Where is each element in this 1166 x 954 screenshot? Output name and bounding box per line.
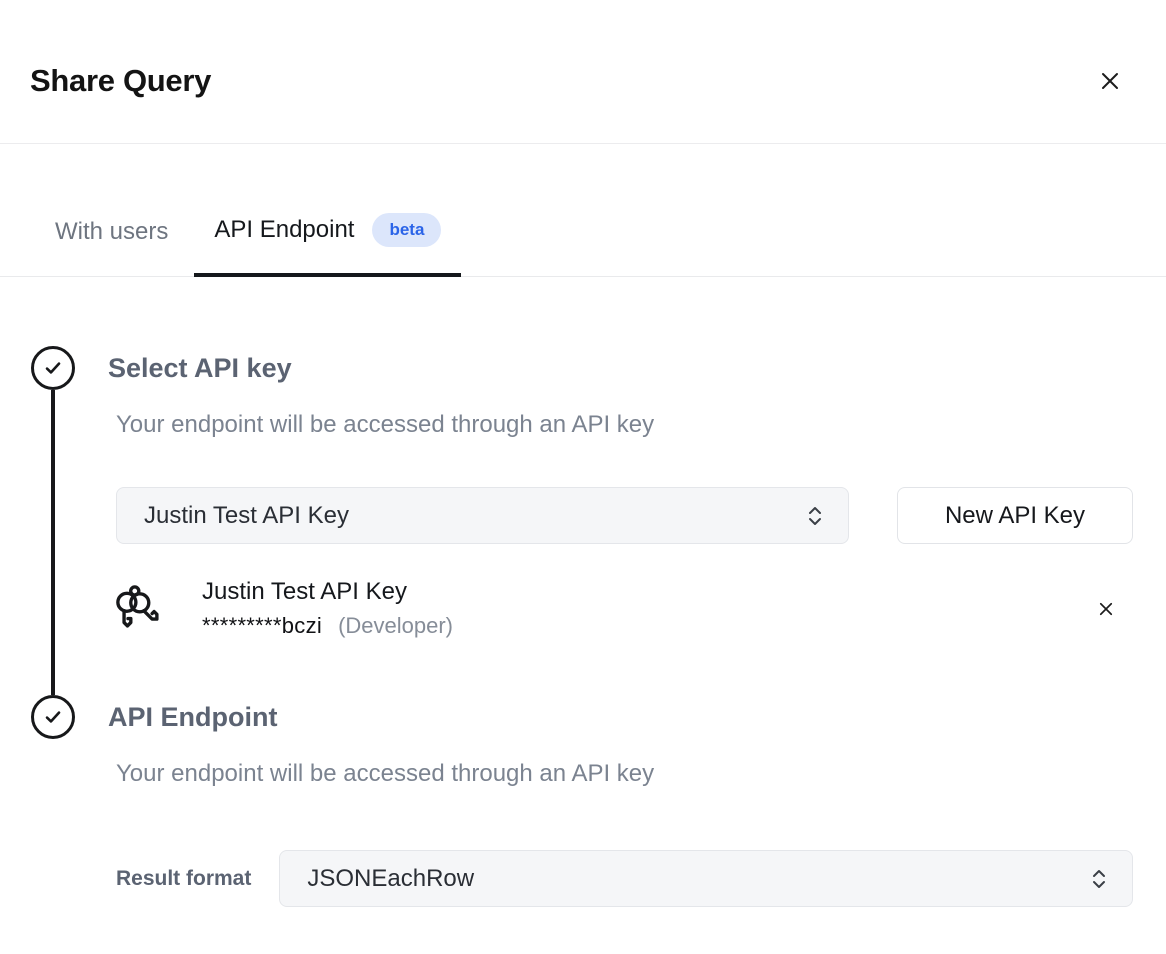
close-icon xyxy=(1098,69,1122,93)
chevron-up-down-icon xyxy=(1088,867,1110,891)
share-query-modal: Share Query With users API Endpoint beta xyxy=(0,0,1166,954)
selected-key-row: Justin Test API Key *********bczi (Devel… xyxy=(110,578,1133,639)
step2-content: API Endpoint Your endpoint will be acces… xyxy=(108,695,1133,907)
new-api-key-button-label: New API Key xyxy=(945,502,1085,530)
check-icon xyxy=(41,356,65,380)
api-key-controls: Justin Test API Key New API Key xyxy=(116,487,1133,544)
selected-key-name: Justin Test API Key xyxy=(202,578,453,606)
selected-key-info: Justin Test API Key *********bczi (Devel… xyxy=(202,578,453,639)
selected-key-masked-secret: *********bczi xyxy=(202,613,322,639)
result-format-row: Result format JSONEachRow xyxy=(116,850,1133,907)
keys-icon xyxy=(110,582,164,636)
api-key-select-value: Justin Test API Key xyxy=(144,502,349,530)
step1-heading: Select API key xyxy=(108,352,1133,384)
step2-heading: API Endpoint xyxy=(108,701,1133,733)
tab-with-users-label: With users xyxy=(55,218,168,246)
step-connector-line xyxy=(51,390,55,695)
step1-rail xyxy=(31,346,75,695)
selected-key-sub: *********bczi (Developer) xyxy=(202,613,453,639)
chevron-up-down-icon xyxy=(804,504,826,528)
modal-header: Share Query xyxy=(0,0,1166,144)
close-icon xyxy=(1097,600,1115,618)
beta-badge: beta xyxy=(372,213,441,247)
stepper: Select API key Your endpoint will be acc… xyxy=(0,277,1166,907)
result-format-select[interactable]: JSONEachRow xyxy=(279,850,1133,907)
step1-complete-indicator xyxy=(31,346,75,390)
step1-description: Your endpoint will be accessed through a… xyxy=(116,408,1133,441)
selected-key-role: (Developer) xyxy=(338,613,453,639)
result-format-select-value: JSONEachRow xyxy=(307,865,474,893)
tab-bar: With users API Endpoint beta xyxy=(0,144,1166,277)
api-key-select[interactable]: Justin Test API Key xyxy=(116,487,849,544)
step2-description: Your endpoint will be accessed through a… xyxy=(116,757,1133,790)
step-select-api-key: Select API key Your endpoint will be acc… xyxy=(31,346,1133,695)
modal-title: Share Query xyxy=(30,63,211,99)
remove-key-button[interactable] xyxy=(1093,596,1119,622)
step2-complete-indicator xyxy=(31,695,75,739)
new-api-key-button[interactable]: New API Key xyxy=(897,487,1133,544)
step-api-endpoint: API Endpoint Your endpoint will be acces… xyxy=(31,695,1133,907)
result-format-label: Result format xyxy=(116,867,251,891)
step1-content: Select API key Your endpoint will be acc… xyxy=(108,346,1133,695)
step2-rail xyxy=(31,695,75,907)
check-icon xyxy=(41,705,65,729)
tab-api-endpoint-label: API Endpoint xyxy=(214,216,354,244)
modal-close-button[interactable] xyxy=(1094,65,1126,97)
tab-api-endpoint[interactable]: API Endpoint beta xyxy=(194,213,461,277)
tab-with-users[interactable]: With users xyxy=(55,218,168,276)
